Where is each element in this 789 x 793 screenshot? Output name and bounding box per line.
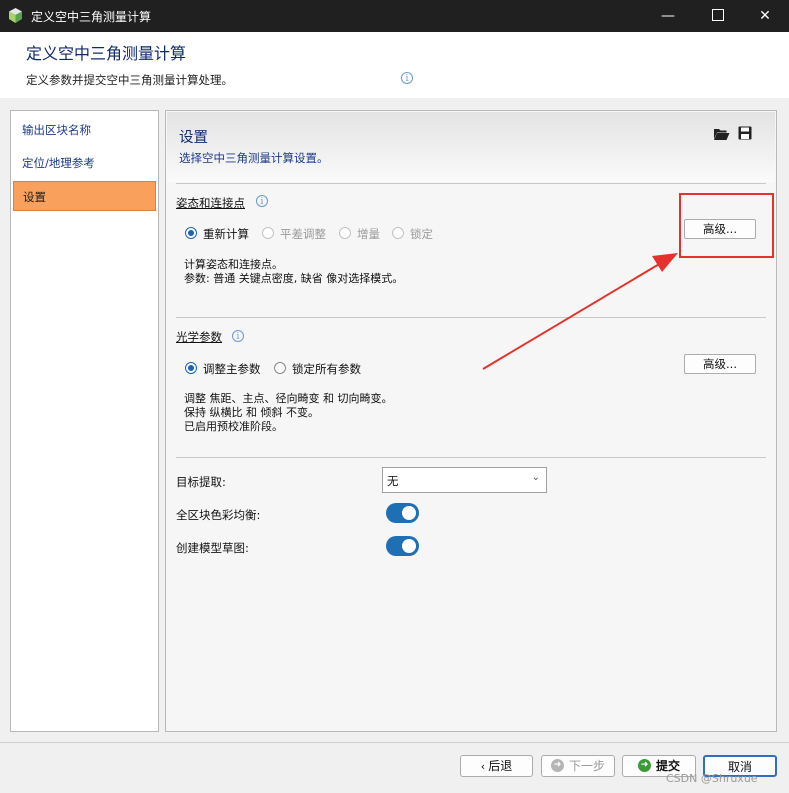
radio-lock[interactable] [392, 227, 404, 239]
draft-model-label: 创建模型草图: [176, 541, 249, 555]
radio-lock-label: 锁定 [410, 227, 433, 241]
pose-info-icon[interactable]: i [256, 195, 268, 207]
info-icon[interactable]: i [401, 72, 413, 84]
app-icon [9, 8, 22, 23]
watermark: CSDN @Shruxue [666, 772, 758, 785]
radio-adjust-principal-label: 调整主参数 [203, 362, 261, 376]
arrow-right-icon: ➜ [637, 759, 651, 772]
optics-info-icon[interactable]: i [232, 330, 244, 342]
radio-lock-all-label: 锁定所有参数 [292, 362, 361, 376]
chevron-left-icon: ‹ [480, 760, 486, 773]
panel-header: 设置 选择空中三角测量计算设置。 [167, 112, 775, 182]
back-button[interactable]: ‹ 后退 [460, 755, 533, 777]
target-extraction-label: 目标提取: [176, 475, 226, 489]
minimize-button[interactable]: — [643, 0, 693, 32]
sidebar-item-settings[interactable]: 设置 [13, 181, 156, 211]
wizard-header: 定义空中三角测量计算 定义参数并提交空中三角测量计算处理。 i [0, 32, 789, 98]
back-button-label: 后退 [488, 759, 513, 773]
wizard-steps-sidebar: 输出区块名称 定位/地理参考 设置 [10, 110, 159, 732]
next-button-label: 下一步 [568, 759, 605, 773]
divider [176, 457, 766, 458]
optics-section-label: 光学参数 [176, 330, 222, 344]
sidebar-item-output-block-name[interactable]: 输出区块名称 [13, 115, 156, 145]
maximize-button[interactable] [693, 0, 743, 32]
next-button[interactable]: ➜ 下一步 [541, 755, 615, 777]
arrow-right-icon: ➜ [550, 759, 564, 772]
pose-description-line-2: 参数: 普通 关键点密度, 缺省 像对选择模式。 [184, 272, 404, 285]
target-extraction-value: 无 [387, 474, 399, 488]
maximize-icon [712, 9, 724, 21]
close-button[interactable]: ✕ [740, 0, 789, 32]
draft-model-toggle[interactable] [386, 536, 419, 556]
radio-recompute-label: 重新计算 [203, 227, 249, 241]
page-description: 定义参数并提交空中三角测量计算处理。 [26, 73, 233, 87]
optics-description-line-3: 已启用预校准阶段。 [184, 420, 283, 433]
radio-adjust-label: 平差调整 [280, 227, 326, 241]
submit-button-label: 提交 [655, 759, 680, 773]
panel-subtitle: 选择空中三角测量计算设置。 [179, 151, 329, 165]
window-title: 定义空中三角测量计算 [31, 10, 152, 24]
save-icon[interactable] [738, 126, 752, 140]
target-extraction-select[interactable]: 无 ⌄ [382, 467, 547, 493]
radio-adjust-principal[interactable] [185, 362, 197, 374]
panel-title: 设置 [179, 130, 208, 146]
divider [176, 317, 766, 318]
page-title: 定义空中三角测量计算 [26, 44, 187, 63]
color-balance-toggle[interactable] [386, 503, 419, 523]
radio-incremental-label: 增量 [357, 227, 380, 241]
radio-adjust[interactable] [262, 227, 274, 239]
divider [176, 183, 766, 184]
pose-advanced-button[interactable]: 高级... [684, 219, 756, 239]
chevron-down-icon: ⌄ [531, 472, 540, 483]
settings-panel: 设置 选择空中三角测量计算设置。 姿态和连接点 i 重新计算 平差调整 增量 锁… [165, 110, 777, 732]
color-balance-label: 全区块色彩均衡: [176, 508, 261, 522]
radio-incremental[interactable] [339, 227, 351, 239]
optics-advanced-button[interactable]: 高级... [684, 354, 756, 374]
sidebar-item-georeference[interactable]: 定位/地理参考 [13, 148, 156, 178]
title-bar: 定义空中三角测量计算 — ✕ [0, 0, 789, 32]
footer-divider [0, 742, 789, 743]
open-folder-icon[interactable] [713, 127, 730, 141]
pose-section-label: 姿态和连接点 [176, 196, 245, 210]
radio-recompute[interactable] [185, 227, 197, 239]
radio-lock-all[interactable] [274, 362, 286, 374]
